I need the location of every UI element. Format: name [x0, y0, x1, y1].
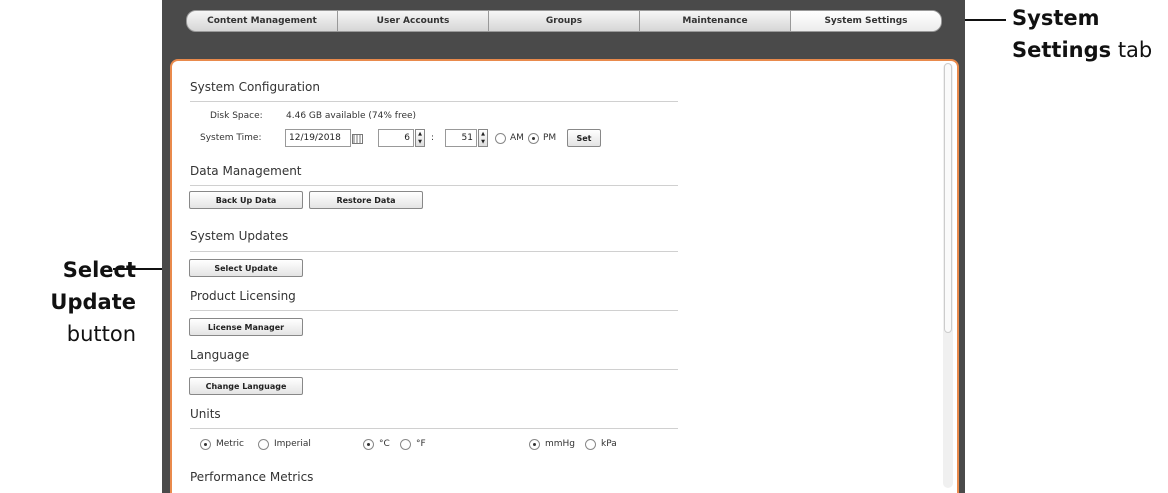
imperial-radio[interactable] [258, 439, 269, 450]
section-title-units: Units [190, 407, 221, 421]
tab-groups[interactable]: Groups [489, 11, 640, 31]
callout-tab-suffix: tab [1117, 38, 1153, 62]
tab-content-management[interactable]: Content Management [187, 11, 338, 31]
disk-space-value: 4.46 GB available (74% free) [286, 111, 417, 121]
license-manager-button[interactable]: License Manager [189, 318, 303, 336]
system-settings-tab-callout: System Settings tab [1012, 2, 1168, 66]
settings-panel: System Configuration Disk Space: 4.46 GB… [170, 59, 959, 493]
spinner-up-icon[interactable]: ▲ [418, 130, 422, 138]
fahrenheit-label: °F [416, 439, 426, 449]
section-title-data-management: Data Management [190, 164, 302, 178]
mmhg-label: mmHg [545, 439, 576, 449]
section-divider [190, 310, 678, 311]
metric-radio[interactable] [200, 439, 211, 450]
tab-user-accounts[interactable]: User Accounts [338, 11, 489, 31]
metric-label: Metric [216, 439, 244, 449]
tab-maintenance[interactable]: Maintenance [640, 11, 791, 31]
select-update-button[interactable]: Select Update [189, 259, 303, 277]
section-title-system-configuration: System Configuration [190, 80, 320, 94]
tab-system-settings[interactable]: System Settings [791, 11, 941, 31]
set-time-button[interactable]: Set [567, 129, 601, 147]
restore-data-button[interactable]: Restore Data [309, 191, 423, 209]
celsius-radio[interactable] [363, 439, 374, 450]
section-divider [190, 428, 678, 429]
section-title-performance-metrics: Performance Metrics [190, 470, 314, 484]
app-window: Content Management User Accounts Groups … [162, 0, 965, 493]
celsius-label: °C [379, 439, 390, 449]
vertical-scrollbar[interactable] [943, 63, 953, 488]
section-divider [190, 101, 678, 102]
pm-label: PM [543, 133, 557, 143]
spinner-down-icon[interactable]: ▼ [418, 138, 422, 146]
pm-radio[interactable] [528, 133, 539, 144]
kpa-radio[interactable] [585, 439, 596, 450]
fahrenheit-radio[interactable] [400, 439, 411, 450]
section-title-language: Language [190, 348, 250, 362]
callout-button-suffix: button [66, 322, 136, 346]
section-divider [190, 369, 678, 370]
am-radio[interactable] [495, 133, 506, 144]
section-title-system-updates: System Updates [190, 229, 289, 243]
mmhg-radio[interactable] [529, 439, 540, 450]
hour-spinner[interactable]: ▲ ▼ [415, 129, 425, 147]
time-separator: : [431, 133, 435, 143]
scrollbar-thumb[interactable] [944, 63, 952, 333]
spinner-up-icon[interactable]: ▲ [481, 130, 485, 138]
change-language-button[interactable]: Change Language [189, 377, 303, 395]
minute-field[interactable]: 51 [445, 129, 477, 147]
back-up-data-button[interactable]: Back Up Data [189, 191, 303, 209]
section-divider [190, 251, 678, 252]
minute-spinner[interactable]: ▲ ▼ [478, 129, 488, 147]
spinner-down-icon[interactable]: ▼ [481, 138, 485, 146]
system-time-label: System Time: [200, 133, 262, 143]
tab-bar: Content Management User Accounts Groups … [186, 10, 942, 32]
date-field[interactable]: 12/19/2018 [285, 129, 351, 147]
callout-tab-bold: System Settings [1012, 6, 1112, 62]
disk-space-label: Disk Space: [210, 111, 263, 121]
hour-field[interactable]: 6 [378, 129, 414, 147]
kpa-label: kPa [601, 439, 617, 449]
imperial-label: Imperial [274, 439, 311, 449]
calendar-icon[interactable] [352, 134, 363, 144]
section-title-product-licensing: Product Licensing [190, 289, 296, 303]
am-label: AM [510, 133, 524, 143]
section-divider [190, 185, 678, 186]
callout-button-bold: Select Update [50, 258, 136, 314]
